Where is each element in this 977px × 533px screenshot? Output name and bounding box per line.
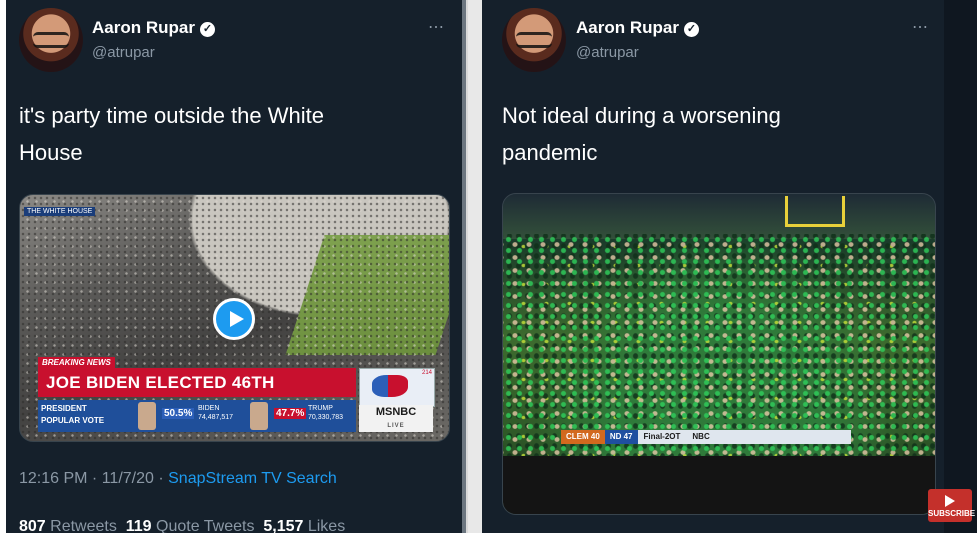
tweet-text-line-2: House (19, 140, 83, 165)
tweet-text: Not ideal during a worsening pandemic (502, 97, 781, 171)
tweet-text-line-2: pandemic (502, 140, 598, 165)
vote-label-line-2: POPULAR VOTE (41, 416, 105, 425)
author-name-text[interactable]: Aaron Rupar (92, 18, 195, 37)
quote-label[interactable]: Quote Tweets (156, 518, 254, 533)
author-avatar[interactable] (19, 8, 83, 72)
team-a-score: CLEM 40 (561, 430, 605, 444)
play-icon[interactable] (213, 298, 255, 340)
author-name-text[interactable]: Aaron Rupar (576, 18, 679, 37)
like-count[interactable]: 5,157 (263, 518, 303, 533)
team-b-score: ND 47 (604, 430, 638, 444)
right-tweet-card: Aaron Rupar ✓ @atrupar ⋯ Not ideal during… (482, 0, 944, 533)
trump-vote-count: 70,330,783 (308, 414, 344, 421)
tweet-meta: 12:16 PM · 11/7/20 · SnapStream TV Searc… (19, 470, 337, 488)
verified-badge-icon: ✓ (199, 22, 215, 37)
team-a-name: CLEM (566, 432, 589, 441)
tweet-text-line-1: it's party time outside the White (19, 103, 324, 128)
breaking-news-label: BREAKING NEWS (38, 357, 115, 368)
tweet-text-line-1: Not ideal during a worsening (502, 103, 781, 128)
game-status: Final-2OT (643, 432, 681, 441)
trump-photo (250, 402, 268, 430)
scrollbar[interactable] (462, 0, 466, 533)
author-name[interactable]: Aaron Rupar ✓ (576, 18, 699, 38)
tweet-text: it's party time outside the White House (19, 97, 324, 171)
electoral-map-icon: 214 (359, 368, 435, 407)
trump-name: TRUMP (308, 405, 333, 412)
stadium-stands (503, 194, 935, 239)
network-logo: MSNBC LIVE (359, 405, 433, 432)
author-avatar[interactable] (502, 8, 566, 72)
news-headline: JOE BIDEN ELECTED 46TH PRESIDENT (38, 368, 356, 421)
page-edge (944, 0, 977, 533)
network-logo: NBC (692, 432, 710, 441)
team-b-points: 47 (623, 432, 633, 441)
live-label: LIVE (387, 423, 405, 429)
vote-label-line-1: PRESIDENT (41, 404, 87, 413)
scoreboard: CLEM 40 ND 47 Final-2OT NBC (561, 430, 851, 444)
map-count: 214 (421, 370, 432, 376)
more-options-icon[interactable]: ⋯ (428, 17, 445, 37)
left-tweet-card: Aaron Rupar ✓ @atrupar ⋯ it's party time … (6, 0, 463, 533)
author-handle[interactable]: @atrupar (92, 44, 155, 61)
retweet-label[interactable]: Retweets (50, 518, 117, 533)
subscribe-label: SUBSCRIBE (928, 509, 976, 518)
author-handle[interactable]: @atrupar (576, 44, 639, 61)
trump-votes: TRUMP 70,330,783 (308, 404, 343, 422)
biden-photo (138, 402, 156, 430)
quote-count[interactable]: 119 (126, 518, 152, 533)
team-a-points: 40 (590, 432, 600, 441)
goalpost (785, 196, 845, 227)
like-label[interactable]: Likes (308, 518, 345, 533)
retweet-count[interactable]: 807 (19, 518, 46, 533)
network-name: MSNBC (375, 406, 417, 418)
tweet-timestamp[interactable]: 12:16 PM · 11/7/20 · (19, 470, 168, 487)
tweet-source-link[interactable]: SnapStream TV Search (168, 470, 337, 487)
video-player[interactable]: CLEM 40 ND 47 Final-2OT NBC (502, 193, 936, 515)
more-options-icon[interactable]: ⋯ (912, 17, 929, 37)
author-name[interactable]: Aaron Rupar ✓ (92, 18, 215, 38)
video-source-tag: THE WHITE HOUSE (24, 207, 96, 216)
video-player[interactable]: THE WHITE HOUSE BREAKING NEWS JOE BIDEN … (19, 194, 450, 442)
subscribe-button[interactable]: SUBSCRIBE (928, 489, 976, 522)
team-b-name: ND (609, 432, 622, 441)
vote-label: PRESIDENT POPULAR VOTE (41, 403, 104, 427)
tv-frame (503, 456, 935, 514)
gap-divider (468, 0, 482, 533)
trump-percent: 47.7% (274, 408, 307, 419)
engagement-stats: 807 Retweets 119 Quote Tweets 5,157 Like… (19, 518, 345, 533)
biden-name: BIDEN (198, 405, 220, 412)
biden-votes: BIDEN 74,487,517 (198, 404, 233, 422)
youtube-play-icon (945, 495, 955, 507)
vote-tally-bar: PRESIDENT POPULAR VOTE 50.5% BIDEN 74,48… (38, 400, 356, 432)
biden-percent: 50.5% (162, 408, 195, 419)
verified-badge-icon: ✓ (683, 22, 699, 37)
biden-vote-count: 74,487,517 (198, 414, 234, 421)
